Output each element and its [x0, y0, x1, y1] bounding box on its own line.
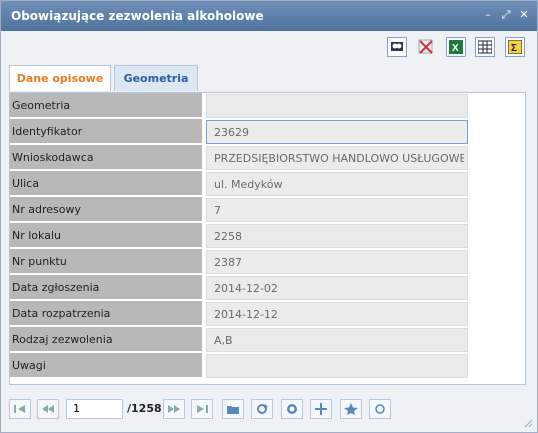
title-bar[interactable]: Obowiązujące zezwolenia alkoholowe – ⤢ ✕ — [1, 1, 537, 31]
form-row: Identyfikator 23629 — [10, 119, 525, 145]
star-icon — [344, 403, 358, 415]
zoom-button[interactable] — [281, 399, 303, 419]
form-row: Ulica ul. Medyków — [10, 171, 525, 197]
svg-text:X: X — [452, 43, 459, 54]
wnioskodawca-field[interactable]: PRZEDSIĘBIORSTWO HANDLOWO USŁUGOWE "BEM — [206, 146, 468, 170]
field-label: Data rozpatrzenia — [12, 307, 111, 320]
form-row: Wnioskodawca PRZEDSIĘBIORSTWO HANDLOWO U… — [10, 145, 525, 171]
field-label: Nr punktu — [12, 255, 67, 268]
excel-icon: X — [449, 40, 463, 54]
field-label: Identyfikator — [12, 125, 83, 138]
zoom-icon — [287, 404, 297, 414]
last-page-icon — [197, 405, 208, 413]
export-excel-button[interactable]: X — [446, 37, 466, 57]
identyfikator-field[interactable]: 23629 — [206, 120, 468, 144]
refresh-icon — [257, 404, 268, 414]
last-page-button[interactable] — [191, 399, 213, 419]
tab-geometria[interactable]: Geometria — [114, 65, 198, 91]
minimize-icon[interactable]: – — [481, 8, 495, 22]
field-label: Uwagi — [12, 359, 46, 372]
form-row: Geometria — [10, 93, 525, 119]
form-row: Data rozpatrzenia 2014-12-12 — [10, 301, 525, 327]
toolbar: X Σ — [1, 31, 537, 61]
rodzaj-zezwolenia-field[interactable]: A,B — [206, 328, 468, 352]
nr-lokalu-field[interactable]: 2258 — [206, 224, 468, 248]
previous-page-icon — [42, 405, 54, 413]
field-label: Wnioskodawca — [12, 151, 94, 164]
move-icon — [315, 403, 327, 415]
clear-filter-icon — [418, 39, 433, 54]
open-folder-button[interactable] — [222, 399, 244, 419]
next-page-icon — [168, 405, 180, 413]
tab-strip: Dane opisowe Geometria — [9, 65, 531, 91]
attributes-form: Geometria Identyfikator 23629 Wnioskodaw… — [9, 92, 526, 385]
dialog-window: Obowiązujące zezwolenia alkoholowe – ⤢ ✕… — [0, 0, 538, 433]
form-row: Rodzaj zezwolenia A,B — [10, 327, 525, 353]
field-label: Data zgłoszenia — [12, 281, 100, 294]
first-page-button[interactable] — [9, 399, 31, 419]
form-row: Data zgłoszenia 2014-12-02 — [10, 275, 525, 301]
field-label: Nr adresowy — [12, 203, 81, 216]
search-icon — [391, 42, 403, 51]
first-page-icon — [14, 405, 25, 413]
field-label: Geometria — [12, 99, 71, 112]
geometria-field[interactable] — [206, 94, 468, 118]
table-button[interactable] — [475, 37, 495, 57]
next-page-button[interactable] — [163, 399, 185, 419]
clear-filter-button[interactable] — [416, 37, 436, 57]
window-title: Obowiązujące zezwolenia alkoholowe — [11, 9, 264, 23]
tab-dane-opisowe[interactable]: Dane opisowe — [9, 65, 111, 91]
form-row: Nr adresowy 7 — [10, 197, 525, 223]
svg-text:Σ: Σ — [511, 43, 517, 54]
page-count: /1258 — [127, 402, 162, 415]
resize-grip-icon[interactable] — [523, 418, 533, 428]
search-button[interactable] — [387, 37, 407, 57]
maximize-icon[interactable]: ⤢ — [499, 8, 513, 22]
circle-select-button[interactable] — [369, 399, 391, 419]
nr-punktu-field[interactable]: 2387 — [206, 250, 468, 274]
close-icon[interactable]: ✕ — [517, 8, 531, 22]
pagination-bar: 1 /1258 — [1, 394, 537, 426]
data-zgloszenia-field[interactable]: 2014-12-02 — [206, 276, 468, 300]
sum-icon: Σ — [508, 40, 522, 54]
table-icon — [478, 40, 492, 54]
nr-adresowy-field[interactable]: 7 — [206, 198, 468, 222]
form-row: Nr lokalu 2258 — [10, 223, 525, 249]
field-label: Rodzaj zezwolenia — [12, 333, 113, 346]
folder-icon — [227, 406, 239, 414]
field-label: Ulica — [12, 177, 39, 190]
data-rozpatrzenia-field[interactable]: 2014-12-12 — [206, 302, 468, 326]
field-label: Nr lokalu — [12, 229, 61, 242]
form-row: Uwagi — [10, 353, 525, 379]
uwagi-field[interactable] — [206, 354, 468, 378]
previous-page-button[interactable] — [37, 399, 59, 419]
sum-button[interactable]: Σ — [505, 37, 525, 57]
ulica-field[interactable]: ul. Medyków — [206, 172, 468, 196]
refresh-button[interactable] — [251, 399, 273, 419]
favorite-button[interactable] — [340, 399, 362, 419]
pan-button[interactable] — [310, 399, 332, 419]
form-row: Nr punktu 2387 — [10, 249, 525, 275]
page-number-input[interactable]: 1 — [66, 399, 123, 419]
circle-icon — [375, 404, 385, 414]
